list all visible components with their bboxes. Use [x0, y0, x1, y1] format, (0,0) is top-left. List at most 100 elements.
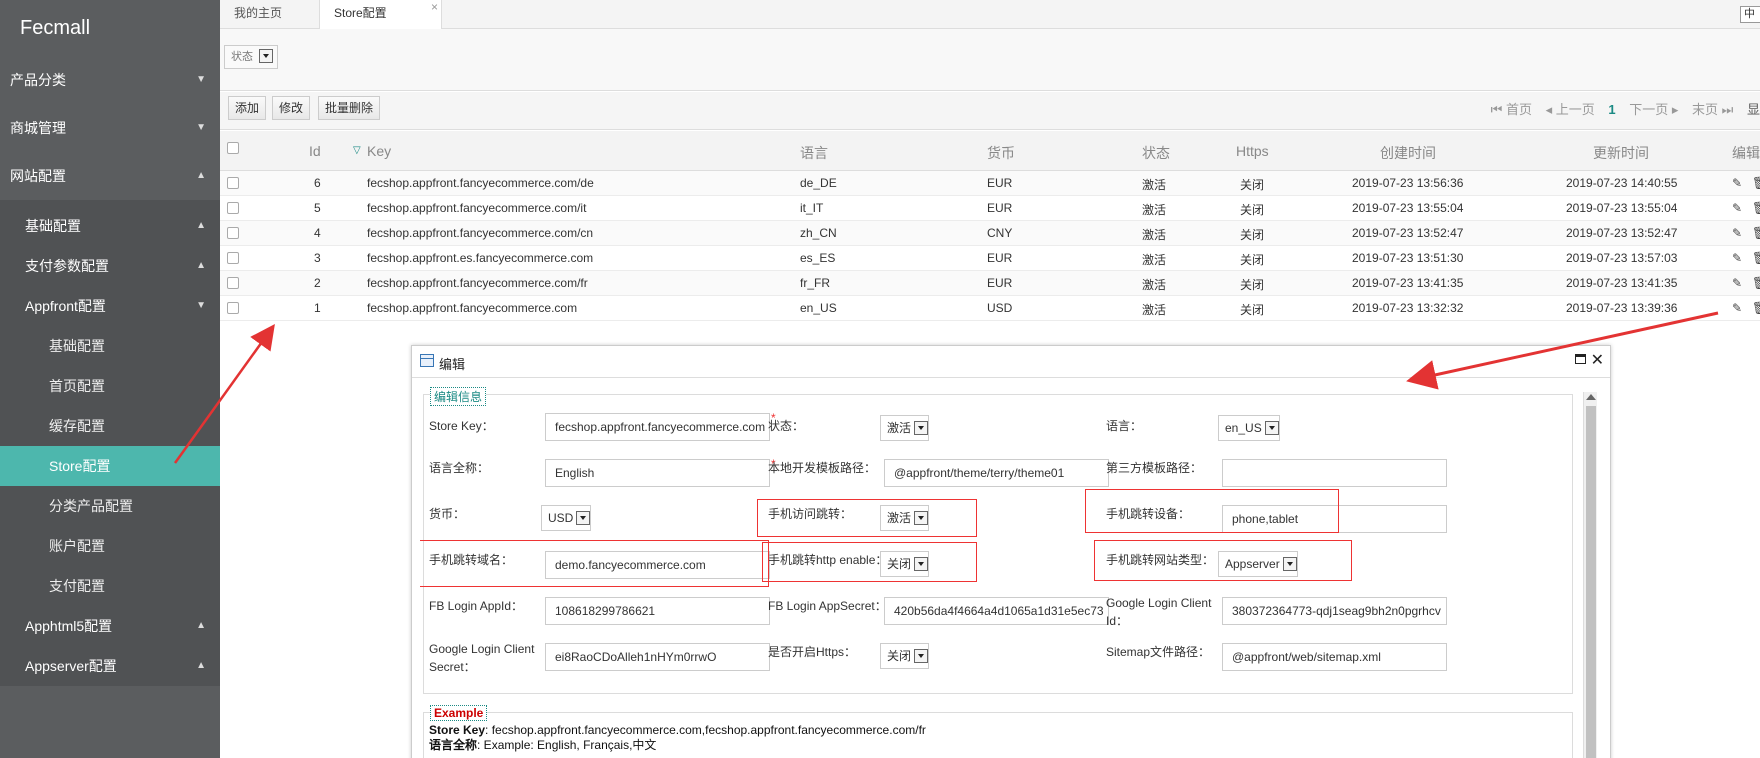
- cell-key: fecshop.appfront.es.fancyecommerce.com: [367, 251, 594, 265]
- row-checkbox[interactable]: [227, 252, 239, 264]
- lang-select-value: en_US: [1225, 421, 1262, 435]
- store-key-input[interactable]: fecshop.appfront.fancyecommerce.com: [545, 413, 770, 441]
- prev-page-link[interactable]: ◂ 上一页: [1546, 102, 1595, 117]
- first-page-link[interactable]: ⏮ 首页: [1491, 102, 1532, 117]
- nav-sub-payment-config[interactable]: 支付参数配置 ▲: [0, 246, 220, 286]
- close-icon[interactable]: ✕: [1591, 350, 1604, 370]
- row-checkbox[interactable]: [227, 277, 239, 289]
- trash-icon[interactable]: 🗑: [1752, 201, 1760, 215]
- scroll-up-icon[interactable]: [1586, 394, 1596, 400]
- local-theme-input[interactable]: @appfront/theme/terry/theme01: [884, 459, 1109, 487]
- pencil-icon[interactable]: ✎: [1732, 176, 1742, 190]
- cell-key: fecshop.appfront.fancyecommerce.com: [367, 301, 578, 315]
- table-row[interactable]: 6 fecshop.appfront.fancyecommerce.com/de d…: [220, 171, 1760, 196]
- header-id[interactable]: Id: [309, 143, 321, 159]
- cell-lang: it_IT: [800, 201, 824, 215]
- nav-sub-appserver-config[interactable]: Appserver配置 ▲: [0, 646, 220, 686]
- sitemap-input[interactable]: @appfront/web/sitemap.xml: [1222, 643, 1447, 671]
- scrollbar[interactable]: [1583, 392, 1597, 758]
- example-fieldset: Example Store Key: fecshop.appfront.fanc…: [423, 705, 1573, 758]
- trash-icon[interactable]: 🗑: [1752, 301, 1760, 315]
- cell-updated: 2019-07-23 13:39:36: [1566, 301, 1678, 315]
- https-select-value: 关闭: [887, 649, 912, 663]
- trash-icon[interactable]: 🗑: [1752, 176, 1760, 190]
- google-id-input[interactable]: 380372364773-qdj1seag9bh2n0pgrhcv: [1222, 597, 1447, 625]
- nav-appfront-home[interactable]: 首页配置: [0, 366, 220, 406]
- header-key[interactable]: Key: [367, 143, 391, 159]
- nav-appfront-store[interactable]: Store配置: [0, 446, 220, 486]
- maximize-icon[interactable]: [1575, 354, 1586, 364]
- status-select-value: 激活: [887, 421, 912, 435]
- cell-https: 关闭: [1240, 253, 1265, 267]
- add-button[interactable]: 添加: [228, 96, 267, 120]
- nav-appfront-cache[interactable]: 缓存配置: [0, 406, 220, 446]
- row-checkbox[interactable]: [227, 177, 239, 189]
- cell-https: 关闭: [1240, 278, 1265, 292]
- third-theme-input[interactable]: [1222, 459, 1447, 487]
- table-icon: [420, 354, 434, 367]
- header-updated[interactable]: 更新时间: [1593, 143, 1649, 163]
- trash-icon[interactable]: 🗑: [1752, 226, 1760, 240]
- fb-appid-input[interactable]: 108618299786621: [545, 597, 770, 625]
- https-select[interactable]: 关闭: [880, 643, 930, 669]
- table-row[interactable]: 4 fecshop.appfront.fancyecommerce.com/cn z…: [220, 221, 1760, 246]
- language-switch[interactable]: 中: [1740, 6, 1760, 23]
- pencil-icon[interactable]: ✎: [1732, 276, 1742, 290]
- table-row[interactable]: 5 fecshop.appfront.fancyecommerce.com/it i…: [220, 196, 1760, 221]
- nav-item-site-config[interactable]: 网站配置 ▲: [0, 152, 220, 200]
- currency-select[interactable]: USD: [541, 505, 592, 531]
- tab-store-config[interactable]: Store配置 ×: [320, 0, 442, 30]
- status-select[interactable]: 激活: [880, 415, 930, 441]
- header-status[interactable]: 状态: [1142, 143, 1170, 163]
- pencil-icon[interactable]: ✎: [1732, 251, 1742, 265]
- header-currency[interactable]: 货币: [987, 143, 1015, 163]
- cell-created: 2019-07-23 13:55:04: [1352, 201, 1464, 215]
- table-row[interactable]: 2 fecshop.appfront.fancyecommerce.com/fr f…: [220, 271, 1760, 296]
- status-filter-select[interactable]: 状态: [224, 45, 278, 69]
- nav-item-mall-management[interactable]: 商城管理 ▼: [0, 104, 220, 152]
- lang-select[interactable]: en_US: [1218, 415, 1280, 441]
- header-lang[interactable]: 语言: [800, 143, 828, 163]
- next-page-link[interactable]: 下一页 ▸: [1629, 102, 1678, 117]
- nav-sub-appfront-config[interactable]: Appfront配置 ▼: [0, 286, 220, 326]
- example-legend: Example: [430, 705, 488, 721]
- cell-created: 2019-07-23 13:32:32: [1352, 301, 1464, 315]
- row-checkbox[interactable]: [227, 302, 239, 314]
- nav-sub-basic-config[interactable]: 基础配置 ▲: [0, 206, 220, 246]
- nav-appfront-account[interactable]: 账户配置: [0, 526, 220, 566]
- table-row[interactable]: 3 fecshop.appfront.es.fancyecommerce.com e…: [220, 246, 1760, 271]
- trash-icon[interactable]: 🗑: [1752, 276, 1760, 290]
- cell-lang: de_DE: [800, 176, 837, 190]
- nav-appfront-payment[interactable]: 支付配置: [0, 566, 220, 606]
- batch-delete-button[interactable]: 批量删除: [318, 96, 381, 120]
- nav-item-product-category[interactable]: 产品分类 ▼: [0, 56, 220, 104]
- nav-sub-label: Appfront配置: [25, 298, 106, 314]
- row-checkbox[interactable]: [227, 227, 239, 239]
- nav-appfront-basic[interactable]: 基础配置: [0, 326, 220, 366]
- tab-label: Store配置: [334, 6, 387, 20]
- header-created[interactable]: 创建时间: [1380, 143, 1436, 163]
- trash-icon[interactable]: 🗑: [1752, 251, 1760, 265]
- edit-button[interactable]: 修改: [272, 96, 311, 120]
- tab-home[interactable]: 我的主页: [220, 0, 320, 29]
- table-row[interactable]: 1 fecshop.appfront.fancyecommerce.com en_U…: [220, 296, 1760, 321]
- pencil-icon[interactable]: ✎: [1732, 301, 1742, 315]
- nav-item-label: 产品分类: [10, 72, 66, 88]
- google-secret-input[interactable]: ei8RaoCDoAlleh1nHYm0rrwO: [545, 643, 770, 671]
- cell-status: 激活: [1142, 203, 1167, 217]
- header-https[interactable]: Https: [1236, 143, 1269, 159]
- nav-appfront-category[interactable]: 分类产品配置: [0, 486, 220, 526]
- nav-sub-apphtml5-config[interactable]: Apphtml5配置 ▲: [0, 606, 220, 646]
- pencil-icon[interactable]: ✎: [1732, 226, 1742, 240]
- close-icon[interactable]: ×: [431, 0, 438, 21]
- fb-secret-input[interactable]: 420b56da4f4664a4d1065a1d31e5ec73: [884, 597, 1109, 625]
- scroll-thumb[interactable]: [1586, 406, 1596, 758]
- app-logo[interactable]: Fecmall: [0, 0, 220, 56]
- last-page-link[interactable]: 末页 ⏭: [1692, 102, 1733, 117]
- nav-item-label: 商城管理: [10, 120, 66, 136]
- row-checkbox[interactable]: [227, 202, 239, 214]
- cell-https: 关闭: [1240, 203, 1265, 217]
- select-all-checkbox[interactable]: [227, 142, 239, 154]
- pencil-icon[interactable]: ✎: [1732, 201, 1742, 215]
- lang-name-input[interactable]: English: [545, 459, 770, 487]
